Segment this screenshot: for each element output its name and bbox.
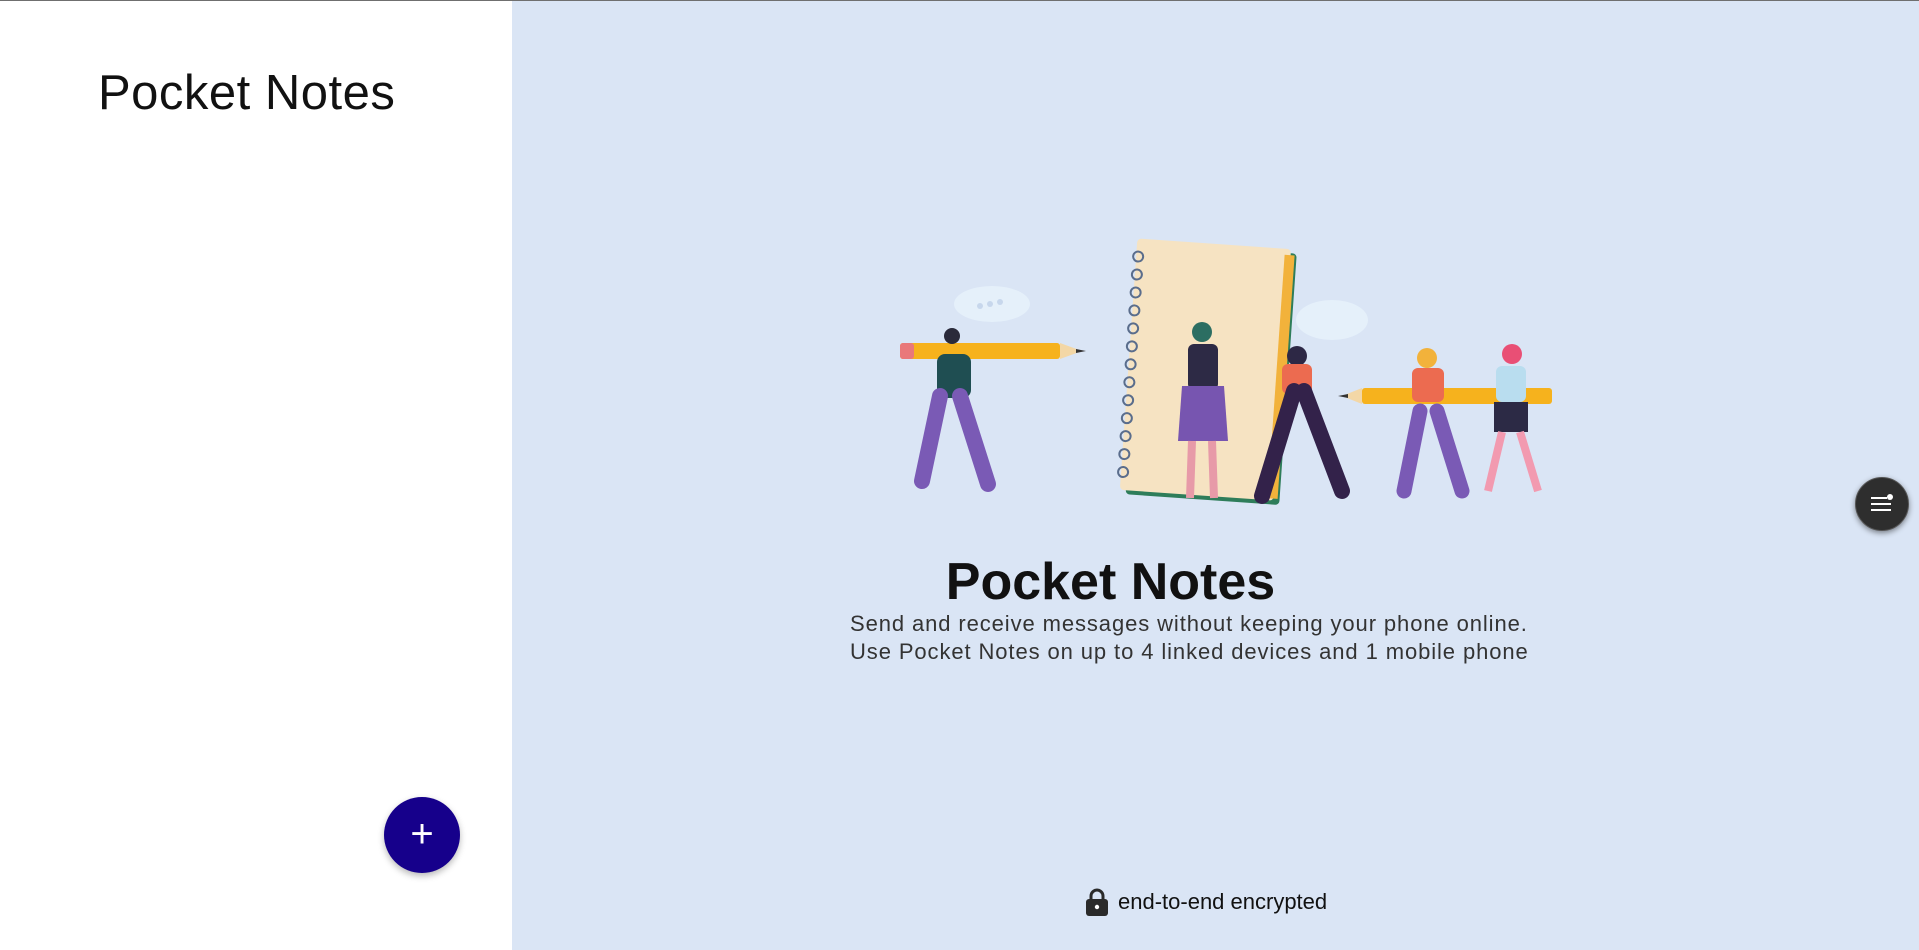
hero-illustration [900, 238, 1552, 505]
welcome-panel: Pocket Notes Send and receive messages w… [512, 1, 1919, 950]
bubble-dot [987, 301, 993, 307]
speech-bubble-right [1296, 300, 1368, 340]
app-title: Pocket Notes [98, 66, 396, 120]
floating-menu-widget[interactable] [1855, 477, 1909, 531]
add-group-button[interactable]: + [384, 797, 460, 873]
plus-icon: + [410, 811, 434, 856]
description-line-2: Use Pocket Notes on up to 4 linked devic… [850, 639, 1529, 664]
welcome-description: Send and receive messages without keepin… [850, 610, 1529, 666]
welcome-heading: Pocket Notes [945, 553, 1276, 611]
bubble-dot [997, 299, 1003, 305]
encryption-note: end-to-end encrypted [1084, 887, 1327, 917]
bubble-dot [977, 303, 983, 309]
description-line-1: Send and receive messages without keepin… [850, 611, 1528, 636]
people-carrying-pencil [1338, 344, 1552, 499]
app-window: Pocket Notes + Pocket Notes Send and rec… [0, 0, 1919, 950]
menu-notification-icon [1871, 494, 1893, 511]
encryption-text: end-to-end encrypted [1118, 889, 1328, 914]
lock-icon [1086, 888, 1108, 916]
person-with-pencil-left [900, 328, 1086, 492]
sidebar: Pocket Notes + [0, 1, 512, 950]
